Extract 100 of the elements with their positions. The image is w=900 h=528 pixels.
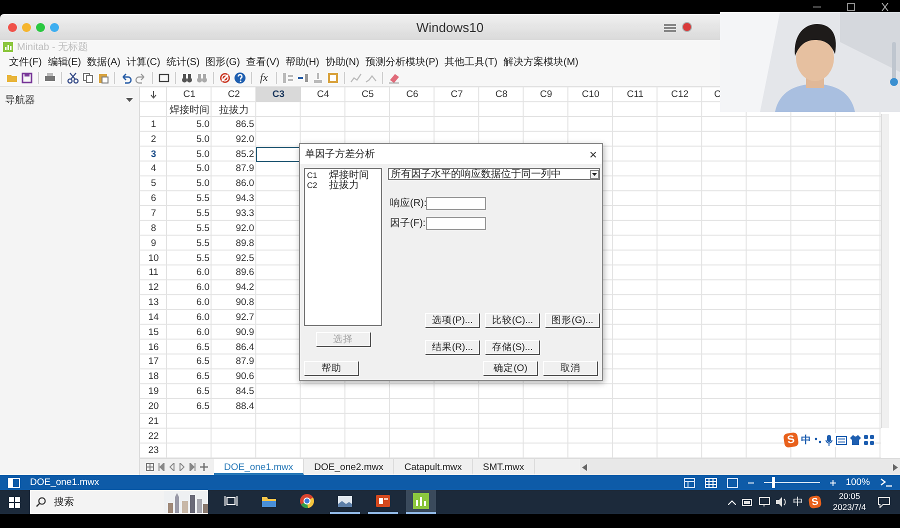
dropdown[interactable]: 所有因子水平的响应数据位于同一列中 — [388, 168, 600, 180]
row-header[interactable]: 20 — [140, 399, 167, 414]
column-header[interactable]: C7 — [434, 87, 480, 102]
slides-icon[interactable] — [375, 494, 391, 508]
input-mode[interactable]: 中 — [801, 433, 811, 447]
menu-item[interactable]: 协助(N) — [324, 55, 360, 69]
menu-item[interactable]: 编辑(E) — [46, 55, 82, 69]
undo-icon[interactable] — [120, 72, 132, 84]
row-header[interactable]: 3 — [140, 146, 167, 162]
apps-icon[interactable] — [864, 435, 874, 445]
microphone-icon[interactable] — [825, 434, 833, 446]
left-arrow-icon[interactable] — [582, 464, 588, 470]
row-header[interactable]: 17 — [140, 354, 167, 370]
row-header[interactable]: 14 — [140, 310, 167, 325]
row-header[interactable]: 19 — [140, 384, 167, 400]
folder-icon[interactable] — [261, 494, 277, 508]
dialog-button[interactable]: 图形(G)... — [545, 313, 600, 328]
column-header[interactable]: C1 — [167, 87, 212, 102]
row-header[interactable]: 13 — [140, 295, 167, 310]
row-header[interactable]: 18 — [140, 369, 167, 384]
shirt-icon[interactable] — [850, 435, 861, 445]
ok-button[interactable]: 确定(O) — [483, 361, 538, 376]
row-header[interactable]: 5 — [140, 176, 167, 192]
dialog-button[interactable]: 结果(R)... — [425, 340, 480, 355]
window-icon[interactable] — [158, 72, 170, 84]
variable-id[interactable]: C1 — [307, 171, 318, 181]
active-cell[interactable] — [256, 146, 301, 162]
column-header[interactable]: C4 — [300, 87, 346, 102]
menu-item[interactable]: 统计(S) — [165, 55, 201, 69]
menu-item[interactable]: 解决方案模块(M) — [502, 55, 580, 69]
slider-thumb[interactable] — [772, 477, 776, 488]
taskbar-button[interactable] — [406, 490, 436, 514]
add-icon[interactable] — [200, 463, 208, 471]
row-header[interactable]: 15 — [140, 324, 167, 340]
photo-icon[interactable] — [337, 494, 353, 508]
help-button[interactable]: 帮助 — [304, 361, 359, 376]
column-header[interactable]: C9 — [524, 87, 568, 102]
copy-icon[interactable] — [82, 72, 94, 84]
first-icon[interactable] — [158, 463, 165, 471]
grid-icon[interactable] — [146, 463, 154, 471]
search-field[interactable]: 搜索 — [52, 496, 122, 508]
row-header[interactable]: 22 — [140, 428, 167, 444]
column-header[interactable]: C3 — [256, 87, 301, 102]
row-header[interactable]: 21 — [140, 414, 167, 429]
menu-item[interactable]: 计算(C) — [125, 55, 162, 69]
zoom-in-icon[interactable] — [830, 480, 836, 486]
column-name[interactable]: 焊接时间 — [167, 102, 212, 117]
clock[interactable]: 20:05 2023/7/4 — [826, 491, 872, 513]
menu-item[interactable]: 数据(A) — [86, 55, 122, 69]
record-icon[interactable] — [682, 22, 692, 32]
menu-item[interactable]: 预测分析模块(P) — [364, 55, 440, 69]
maximize-icon[interactable] — [846, 3, 856, 11]
help-icon[interactable] — [234, 72, 246, 84]
browser-icon[interactable] — [299, 493, 315, 509]
dialog-button[interactable]: 选项(P)... — [425, 313, 480, 328]
next-icon[interactable] — [179, 463, 185, 471]
task-view-icon[interactable] — [224, 495, 238, 507]
dialog-button[interactable]: 比较(C)... — [485, 313, 540, 328]
row-header[interactable]: 2 — [140, 132, 167, 147]
column-header[interactable]: C10 — [568, 87, 613, 102]
scrollbar[interactable] — [580, 459, 900, 475]
row-header[interactable]: 6 — [140, 191, 167, 206]
row-header[interactable]: 1 — [140, 117, 167, 132]
row-header[interactable]: 7 — [140, 206, 167, 221]
monitor-icon[interactable] — [758, 497, 770, 507]
input-mode[interactable]: 中 — [792, 495, 803, 509]
redo-icon[interactable] — [135, 72, 147, 84]
input-field[interactable] — [426, 216, 486, 230]
dialog-button[interactable]: 存储(S)... — [485, 340, 540, 355]
menu-item[interactable]: 其他工具(T) — [444, 55, 498, 69]
last-icon[interactable] — [189, 463, 196, 471]
row-header[interactable]: 4 — [140, 162, 167, 176]
column-header[interactable]: C6 — [390, 87, 435, 102]
battery-icon[interactable] — [742, 498, 753, 506]
column-name[interactable]: 拉拔力 — [212, 102, 256, 117]
caret-icon[interactable] — [126, 98, 133, 102]
row-header[interactable]: 9 — [140, 236, 167, 251]
column-header[interactable]: C11 — [612, 87, 658, 102]
paste-icon[interactable] — [97, 72, 109, 84]
traffic-light-icon[interactable] — [8, 22, 17, 32]
column-header[interactable]: C12 — [658, 87, 702, 102]
zoom-out-icon[interactable] — [748, 480, 754, 486]
column-header[interactable]: C5 — [345, 87, 390, 102]
speaker-icon[interactable] — [776, 497, 787, 507]
sheet-tab[interactable]: DOE_one1.mwx — [214, 459, 304, 475]
binoculars-icon[interactable] — [181, 72, 193, 84]
row-header[interactable]: 8 — [140, 220, 167, 236]
panel-icon[interactable] — [8, 478, 20, 488]
previous-icon[interactable] — [169, 463, 175, 471]
variable-id[interactable]: C2 — [307, 181, 318, 191]
row-header[interactable]: 11 — [140, 265, 167, 280]
close-button[interactable]: × — [589, 146, 597, 162]
column-header[interactable]: C8 — [479, 87, 524, 102]
column-header[interactable]: C2 — [212, 87, 256, 102]
save-icon[interactable] — [21, 72, 33, 84]
variable-name[interactable]: 焊接时间 — [329, 171, 370, 181]
menu-item[interactable]: 文件(F) — [8, 55, 43, 69]
console-icon[interactable] — [880, 478, 892, 487]
row-header[interactable]: 16 — [140, 340, 167, 354]
chevron-up-icon[interactable] — [728, 500, 736, 504]
